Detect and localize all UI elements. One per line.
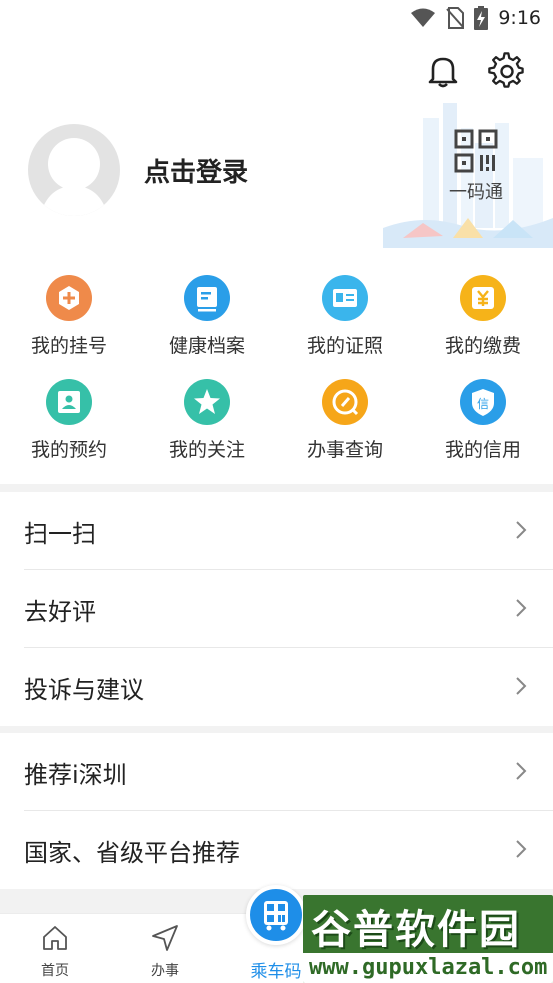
qr-code-button[interactable]: 一码通	[440, 128, 512, 204]
menu-item-rate[interactable]: 去好评	[24, 570, 553, 648]
menu-item-label: 投诉与建议	[24, 676, 144, 704]
avatar[interactable]	[28, 124, 120, 216]
profile-header: 点击登录 一码通	[0, 38, 553, 250]
grid-item-follow[interactable]: 我的关注	[138, 379, 276, 462]
grid-item-health-record[interactable]: 健康档案	[138, 275, 276, 358]
no-sim-icon	[446, 7, 465, 29]
document-icon	[184, 275, 230, 321]
menu-item-scan[interactable]: 扫一扫	[24, 492, 553, 570]
grid-item-label: 我的挂号	[30, 335, 107, 357]
qr-code-label: 一码通	[449, 182, 503, 203]
star-icon	[184, 379, 230, 425]
watermark-url: www.gupuxlazal.com	[303, 953, 553, 983]
grid-item-registration[interactable]: 我的挂号	[0, 275, 138, 358]
menu-item-platforms[interactable]: 国家、省级平台推荐	[24, 811, 553, 889]
yen-icon	[460, 275, 506, 321]
bell-icon[interactable]	[424, 52, 462, 90]
watermark-logo: 谷普软件园 www.gupuxlazal.com	[303, 895, 553, 983]
ride-code-button[interactable]	[246, 885, 306, 945]
menu-item-feedback[interactable]: 投诉与建议	[24, 648, 553, 726]
grid-item-credit[interactable]: 信 我的信用	[414, 379, 552, 462]
menu-item-recommend-app[interactable]: 推荐i深圳	[24, 733, 553, 811]
menu-item-label: 国家、省级平台推荐	[24, 839, 240, 867]
menu-item-label: 推荐i深圳	[24, 761, 127, 789]
menu-item-label: 扫一扫	[24, 520, 96, 548]
grid-item-label: 办事查询	[306, 439, 383, 461]
service-grid: 我的挂号 健康档案 我的证照 我的缴费 我的预约 我的关注 办事查询 信 我的信…	[0, 250, 553, 484]
navigation-arrow-icon	[152, 925, 178, 951]
grid-item-label: 我的证照	[306, 335, 383, 357]
tab-affairs-label: 办事	[151, 963, 179, 979]
grid-item-query[interactable]: 办事查询	[276, 379, 414, 462]
grid-item-label: 我的缴费	[444, 335, 521, 357]
chevron-right-icon	[516, 677, 527, 695]
tab-affairs[interactable]: 办事	[110, 914, 220, 983]
grid-item-appointment[interactable]: 我的预约	[0, 379, 138, 462]
gear-icon[interactable]	[488, 52, 526, 90]
grid-item-label: 我的预约	[30, 439, 107, 461]
status-bar: 9:16	[0, 0, 553, 38]
clock-time: 9:16	[498, 7, 541, 29]
tab-home[interactable]: 首页	[0, 914, 110, 983]
chevron-right-icon	[516, 840, 527, 858]
svg-text:信: 信	[477, 397, 489, 411]
tab-home-label: 首页	[41, 963, 69, 979]
grid-item-payment[interactable]: 我的缴费	[414, 275, 552, 358]
menu-group-recommend: 推荐i深圳 国家、省级平台推荐	[0, 733, 553, 889]
grid-item-label: 我的关注	[168, 439, 245, 461]
home-icon	[43, 926, 67, 950]
qr-code-icon	[454, 129, 498, 173]
grid-item-license[interactable]: 我的证照	[276, 275, 414, 358]
plus-badge-icon	[46, 275, 92, 321]
chevron-right-icon	[516, 521, 527, 539]
watermark-title: 谷普软件园	[311, 907, 521, 953]
wifi-icon	[411, 8, 436, 27]
search-icon	[322, 379, 368, 425]
credit-shield-icon: 信	[460, 379, 506, 425]
person-card-icon	[46, 379, 92, 425]
chevron-right-icon	[516, 599, 527, 617]
chevron-right-icon	[516, 762, 527, 780]
menu-group-tools: 扫一扫 去好评 投诉与建议	[0, 492, 553, 726]
id-card-icon	[322, 275, 368, 321]
battery-charging-icon	[474, 6, 489, 30]
bus-qr-icon	[264, 901, 288, 931]
menu-item-label: 去好评	[24, 598, 96, 626]
login-prompt[interactable]: 点击登录	[144, 152, 248, 189]
grid-item-label: 我的信用	[444, 439, 521, 461]
grid-item-label: 健康档案	[168, 335, 245, 357]
